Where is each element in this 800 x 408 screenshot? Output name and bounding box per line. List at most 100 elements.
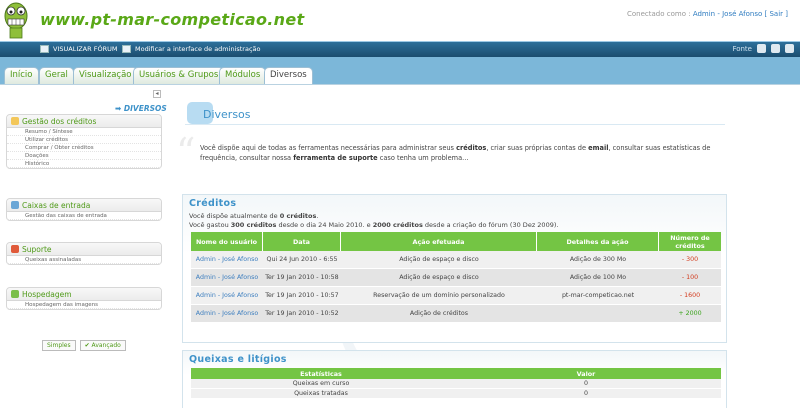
column-header[interactable]: Data bbox=[263, 232, 341, 251]
complaints-table: Estatísticas Valor Queixas em curso 0 Qu… bbox=[191, 368, 721, 399]
section-title: Suporte bbox=[22, 244, 52, 254]
intro-text-part: Você dispõe aqui de todas as ferramentas… bbox=[200, 144, 457, 152]
credits-line-2: Você gastou 300 créditos desde o dia 24 … bbox=[189, 221, 726, 230]
column-header[interactable]: Número de créditos bbox=[659, 232, 721, 251]
sidebar-section-support: Suporte Queixas assinaladas bbox=[6, 242, 162, 265]
tab-inicio[interactable]: Início bbox=[4, 67, 39, 84]
modify-interface-label: Modificar a interface de administração bbox=[135, 45, 261, 53]
sidebar-item-historico[interactable]: Histórico bbox=[7, 160, 161, 168]
intro-text-part: caso tenha um problema... bbox=[377, 154, 469, 162]
action-cell: Adição de créditos bbox=[341, 305, 537, 323]
section-header[interactable]: Suporte bbox=[7, 243, 161, 256]
intro-bold: ferramenta de suporte bbox=[293, 154, 378, 162]
sidebar-item-complaints[interactable]: Queixas assinaladas bbox=[7, 256, 161, 264]
details-cell: Adição de 300 Mo bbox=[537, 251, 659, 269]
user-link[interactable]: Admin - José Afonso bbox=[191, 269, 263, 287]
sidebar-section-inbox: Caixas de entrada Gestão das caixas de e… bbox=[6, 198, 162, 221]
user-link[interactable]: Admin - José Afonso bbox=[191, 251, 263, 269]
tool-icon[interactable] bbox=[785, 44, 794, 53]
text-bold: 0 créditos bbox=[279, 212, 317, 220]
action-cell: Adição de espaço e disco bbox=[341, 269, 537, 287]
sidebar-item-utilizar[interactable]: Utilizar créditos bbox=[7, 136, 161, 144]
table-row: Queixas em curso 0 bbox=[191, 379, 721, 389]
forum-icon bbox=[40, 45, 49, 53]
collapse-sidebar-button[interactable]: ◂ bbox=[153, 90, 161, 98]
site-title[interactable]: www.pt-mar-competicao.net bbox=[40, 10, 304, 29]
hosting-icon bbox=[11, 290, 19, 298]
complaints-heading: Queixas e litígios bbox=[189, 354, 287, 365]
sidebar-item-image-hosting[interactable]: Hospedagem das imagens bbox=[7, 301, 161, 309]
admin-toolbar: VISUALIZAR FÓRUM Modificar a interface d… bbox=[0, 41, 800, 57]
sidebar-item-inbox-management[interactable]: Gestão das caixas de entrada bbox=[7, 212, 161, 220]
advanced-mode-button[interactable]: ✔ Avançado bbox=[79, 340, 126, 351]
column-header[interactable]: Ação efetuada bbox=[341, 232, 537, 251]
section-title: Gestão dos créditos bbox=[22, 116, 97, 126]
credits-heading: Créditos bbox=[189, 198, 237, 209]
sidebar-item-comprar[interactable]: Comprar / Obter créditos bbox=[7, 144, 161, 152]
credits-cell: + 2000 bbox=[659, 305, 721, 323]
intro-bold: créditos bbox=[456, 144, 487, 152]
section-header[interactable]: Caixas de entrada bbox=[7, 199, 161, 212]
table-row: Queixas tratadas 0 bbox=[191, 389, 721, 399]
credits-cell: - 300 bbox=[659, 251, 721, 269]
intro-text-part: , criar suas próprias contas de bbox=[486, 144, 589, 152]
view-forum-button[interactable]: VISUALIZAR FÓRUM bbox=[40, 45, 117, 53]
tab-modulos[interactable]: Módulos bbox=[219, 67, 267, 84]
font-label[interactable]: Fonte bbox=[732, 45, 752, 53]
table-row: Admin - José Afonso Ter 19 Jan 2010 - 10… bbox=[191, 287, 721, 305]
intro-bold: email bbox=[588, 144, 609, 152]
inbox-icon bbox=[11, 201, 19, 209]
section-header[interactable]: Gestão dos créditos bbox=[7, 115, 161, 128]
table-header-row: Nome do usuário Data Ação efetuada Detal… bbox=[191, 232, 721, 251]
tab-usuarios-grupos[interactable]: Usuários & Grupos bbox=[133, 67, 225, 84]
logout-link[interactable]: Sair ] bbox=[769, 10, 788, 18]
simple-mode-button[interactable]: Simples bbox=[42, 340, 76, 351]
credits-summary: Você dispõe atualmente de 0 créditos. Vo… bbox=[189, 212, 726, 230]
details-cell bbox=[537, 305, 659, 323]
text-bold: 2000 créditos bbox=[372, 221, 423, 229]
user-link[interactable]: Admin - José Afonso bbox=[191, 287, 263, 305]
tool-icon[interactable] bbox=[757, 44, 766, 53]
credits-panel: Créditos Você dispõe atualmente de 0 cré… bbox=[182, 194, 727, 343]
table-header-row: Estatísticas Valor bbox=[191, 368, 721, 379]
section-header[interactable]: Hospedagem bbox=[7, 288, 161, 301]
text: Você gastou bbox=[189, 221, 231, 229]
text: desde a criação do fórum (30 Dez 2009). bbox=[422, 221, 559, 229]
tab-geral[interactable]: Geral bbox=[39, 67, 74, 84]
details-cell: pt-mar-competicao.net bbox=[537, 287, 659, 305]
action-cell: Reservação de um domínio personalizado bbox=[341, 287, 537, 305]
user-link[interactable]: Admin - José Afonso bbox=[191, 305, 263, 323]
tab-diversos[interactable]: Diversos bbox=[264, 67, 313, 85]
column-header[interactable]: Detalhes da ação bbox=[537, 232, 659, 251]
quote-icon: “ bbox=[176, 130, 196, 174]
modify-interface-button[interactable]: Modificar a interface de administração bbox=[122, 45, 261, 53]
date-cell: Ter 19 Jan 2010 - 10:52 bbox=[263, 305, 341, 323]
action-cell: Adição de espaço e disco bbox=[341, 251, 537, 269]
mascot-logo-icon bbox=[4, 2, 28, 39]
user-name-link[interactable]: Admin - José Afonso bbox=[693, 10, 762, 18]
divider bbox=[185, 124, 725, 125]
column-header[interactable]: Estatísticas bbox=[191, 368, 451, 379]
tab-bar: Início Geral Visualização Usuários & Gru… bbox=[0, 57, 800, 85]
date-cell: Qui 24 Jun 2010 - 6:55 bbox=[263, 251, 341, 269]
sidebar-item-doacoes[interactable]: Doações bbox=[7, 152, 161, 160]
stat-value: 0 bbox=[451, 379, 721, 389]
credits-cell: - 100 bbox=[659, 269, 721, 287]
table-row: Admin - José Afonso Ter 19 Jan 2010 - 10… bbox=[191, 269, 721, 287]
table-row: Admin - José Afonso Ter 19 Jan 2010 - 10… bbox=[191, 305, 721, 323]
sidebar-item-resumo[interactable]: Resumo / Síntese bbox=[7, 128, 161, 136]
header: www.pt-mar-competicao.net Conectado como… bbox=[0, 0, 800, 40]
tool-icon[interactable] bbox=[771, 44, 780, 53]
support-icon bbox=[11, 245, 19, 253]
section-title: Hospedagem bbox=[22, 289, 72, 299]
credits-cell: - 1600 bbox=[659, 287, 721, 305]
sidebar-section-hosting: Hospedagem Hospedagem das imagens bbox=[6, 287, 162, 310]
stat-label: Queixas tratadas bbox=[191, 389, 451, 399]
column-header[interactable]: Valor bbox=[451, 368, 721, 379]
column-header[interactable]: Nome do usuário bbox=[191, 232, 263, 251]
table-row: Admin - José Afonso Qui 24 Jun 2010 - 6:… bbox=[191, 251, 721, 269]
tab-visualizacao[interactable]: Visualização bbox=[73, 67, 138, 84]
sidebar-section-credits: Gestão dos créditos Resumo / Síntese Uti… bbox=[6, 114, 162, 169]
details-cell: Adição de 100 Mo bbox=[537, 269, 659, 287]
text-bold: 300 créditos bbox=[230, 221, 277, 229]
